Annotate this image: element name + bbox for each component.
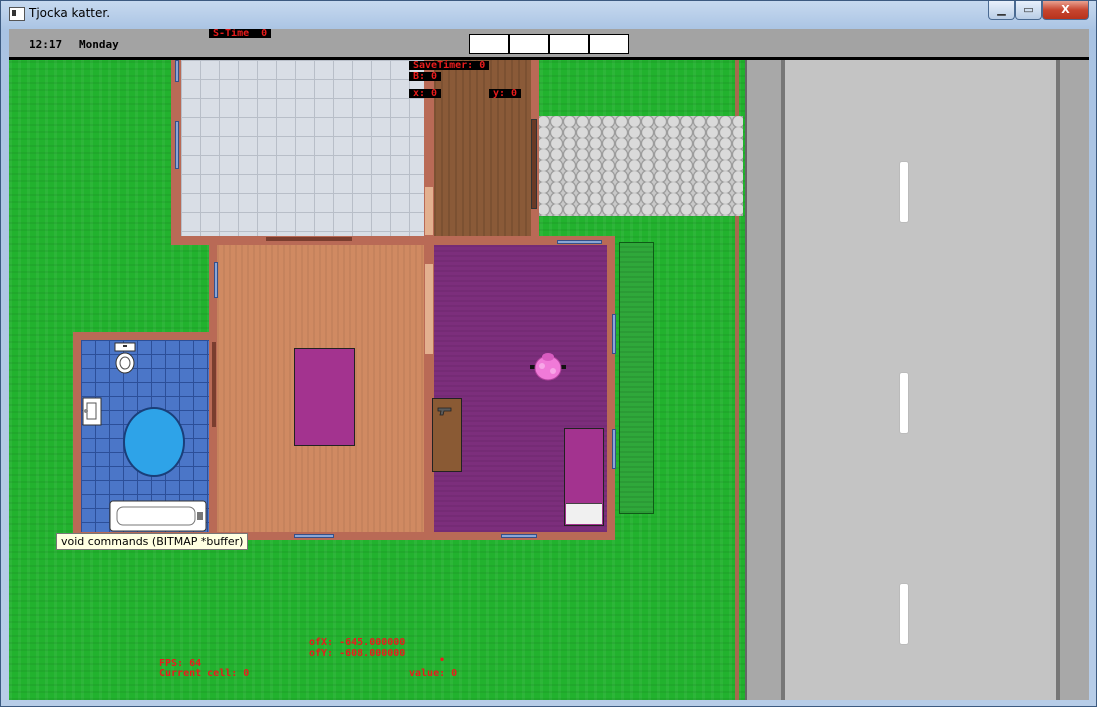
wall bbox=[171, 236, 615, 245]
road bbox=[785, 60, 1056, 700]
bathroom-door[interactable] bbox=[212, 342, 216, 427]
inventory-slot-2[interactable] bbox=[509, 34, 549, 54]
window bbox=[612, 314, 616, 354]
pillow bbox=[566, 503, 602, 524]
hallway-floor bbox=[434, 60, 531, 236]
value-readout: value: 0 bbox=[409, 668, 458, 679]
minimize-button[interactable]: ▁ bbox=[988, 1, 1015, 20]
window bbox=[175, 60, 179, 82]
x-readout: x: 0 bbox=[409, 89, 442, 99]
window bbox=[214, 262, 218, 298]
hud-bar: 12:17 Monday S-Time 0 bbox=[9, 29, 1089, 60]
b-readout: B: 0 bbox=[409, 72, 442, 82]
player-cat[interactable] bbox=[528, 352, 568, 382]
front-door[interactable] bbox=[531, 119, 537, 209]
window bbox=[612, 429, 616, 469]
pistol-icon[interactable] bbox=[437, 406, 453, 416]
game-viewport[interactable]: 12:17 Monday S-Time 0 SaveTimer: 0 B: 0 … bbox=[9, 29, 1089, 700]
door[interactable] bbox=[266, 237, 352, 241]
lane-marking bbox=[899, 161, 909, 223]
wall bbox=[73, 332, 215, 340]
stone-patio bbox=[537, 116, 743, 216]
kitchen-floor bbox=[181, 60, 424, 236]
current-cell-readout: Current cell: 0 bbox=[159, 668, 250, 679]
s-time-readout: S-Time 0 bbox=[209, 29, 272, 39]
debug-marker: • bbox=[439, 655, 446, 666]
clock: 12:17 bbox=[29, 38, 63, 51]
tooltip: void commands (BITMAP *buffer) bbox=[56, 533, 249, 550]
window bbox=[294, 534, 334, 538]
window bbox=[501, 534, 537, 538]
inventory-slot-1[interactable] bbox=[469, 34, 509, 54]
lane-marking bbox=[899, 372, 909, 434]
weekday: Monday bbox=[79, 38, 119, 51]
window bbox=[557, 240, 602, 244]
doorway[interactable] bbox=[425, 187, 433, 235]
app-window: Tjocka katter. ▁ ▭ X 12:17 Monday S-Time… bbox=[0, 0, 1097, 707]
inventory-slot-3[interactable] bbox=[549, 34, 589, 54]
window-title: Tjocka katter. bbox=[29, 6, 111, 20]
maximize-button[interactable]: ▭ bbox=[1015, 1, 1042, 20]
bed[interactable] bbox=[564, 428, 604, 526]
save-timer-readout: SaveTimer: 0 bbox=[409, 61, 490, 71]
lane-marking bbox=[899, 583, 909, 645]
app-icon bbox=[9, 7, 25, 21]
bathtub-icon[interactable] bbox=[109, 500, 209, 532]
window bbox=[175, 121, 179, 169]
wall bbox=[73, 332, 81, 540]
doorway[interactable] bbox=[425, 264, 433, 354]
offset-y-readout: ofY: -608.000000 bbox=[309, 648, 406, 659]
wall bbox=[607, 236, 615, 539]
sink-icon[interactable] bbox=[81, 397, 103, 427]
rug bbox=[294, 348, 355, 446]
inventory-slot-4[interactable] bbox=[589, 34, 629, 54]
hedge bbox=[619, 242, 654, 514]
round-rug bbox=[123, 407, 185, 477]
title-bar[interactable]: Tjocka katter. ▁ ▭ X bbox=[1, 1, 1096, 27]
road-shoulder-left bbox=[745, 60, 781, 700]
y-readout: y: 0 bbox=[489, 89, 522, 99]
road-shoulder-right bbox=[1060, 60, 1089, 700]
toilet-icon[interactable] bbox=[113, 342, 137, 376]
close-button[interactable]: X bbox=[1042, 1, 1089, 20]
offset-x-readout: ofX: -645.000000 bbox=[309, 637, 406, 648]
